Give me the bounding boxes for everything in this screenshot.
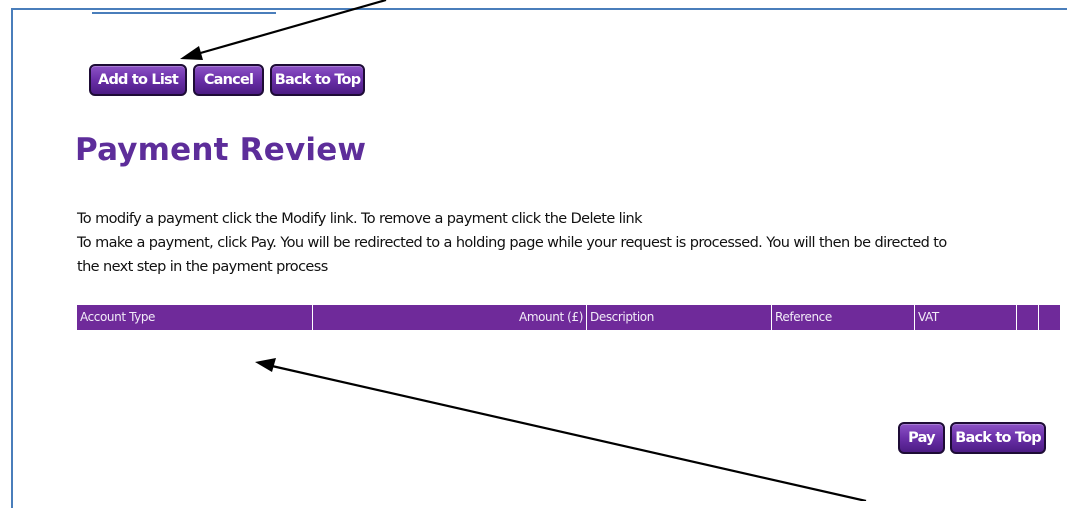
arrow-to-add-to-list [180,0,387,60]
annotation-arrows [180,0,867,501]
arrow-to-table [255,358,867,501]
